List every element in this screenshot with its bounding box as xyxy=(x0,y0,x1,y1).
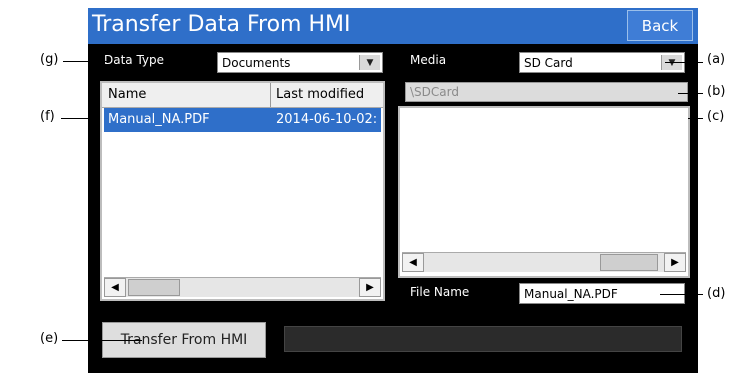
callout-line-d xyxy=(660,294,703,295)
file-list[interactable]: Name Last modified Manual_NA.PDF 2014-06… xyxy=(100,81,385,301)
file-list-header: Name Last modified xyxy=(102,83,383,108)
media-label: Media xyxy=(410,53,447,67)
scroll-right-icon[interactable]: ▶ xyxy=(664,253,686,272)
callout-line-e xyxy=(62,340,142,341)
media-select[interactable]: SD Card ▼ xyxy=(519,52,685,73)
callout-line-a xyxy=(665,62,703,63)
data-type-value: Documents xyxy=(222,56,291,70)
callout-a: (a) xyxy=(707,52,726,67)
data-type-select[interactable]: Documents ▼ xyxy=(217,52,383,73)
callout-line-g xyxy=(63,61,108,62)
media-path-field: \SDCard xyxy=(405,82,688,102)
scroll-thumb[interactable] xyxy=(600,254,658,271)
file-name-value: Manual_NA.PDF xyxy=(524,287,618,301)
callout-f: (f) xyxy=(40,109,55,124)
callout-line-c xyxy=(688,118,703,119)
data-type-label: Data Type xyxy=(104,53,165,67)
scroll-left-icon[interactable]: ◀ xyxy=(104,278,126,297)
transfer-progress-bar xyxy=(284,326,682,352)
callout-line-b xyxy=(678,93,703,94)
media-directory-list[interactable]: ◀ ▶ xyxy=(398,106,690,278)
media-value: SD Card xyxy=(524,56,573,70)
callout-e: (e) xyxy=(40,331,59,346)
file-name-label: File Name xyxy=(410,285,470,299)
column-separator xyxy=(270,83,271,107)
callout-b: (b) xyxy=(707,84,726,99)
back-button[interactable]: Back xyxy=(627,10,693,41)
file-list-hscrollbar[interactable]: ◀ ▶ xyxy=(104,277,381,297)
callout-d: (d) xyxy=(707,286,726,301)
callout-c: (c) xyxy=(707,109,725,124)
column-header-last-modified[interactable]: Last modified xyxy=(276,87,364,102)
scroll-left-icon[interactable]: ◀ xyxy=(402,253,424,272)
directory-hscrollbar[interactable]: ◀ ▶ xyxy=(402,252,686,272)
chevron-down-icon: ▼ xyxy=(359,55,380,70)
file-row-selected[interactable]: Manual_NA.PDF 2014-06-10-02: xyxy=(104,108,381,132)
file-modified-cell: 2014-06-10-02: xyxy=(276,112,378,127)
file-name-cell: Manual_NA.PDF xyxy=(108,112,210,127)
callout-g: (g) xyxy=(40,52,59,67)
column-header-name[interactable]: Name xyxy=(108,87,146,102)
media-path-text: \SDCard xyxy=(410,85,459,99)
callout-line-f xyxy=(61,118,100,119)
scroll-right-icon[interactable]: ▶ xyxy=(359,278,381,297)
scroll-thumb[interactable] xyxy=(128,279,180,296)
window-title: Transfer Data From HMI xyxy=(92,12,351,37)
